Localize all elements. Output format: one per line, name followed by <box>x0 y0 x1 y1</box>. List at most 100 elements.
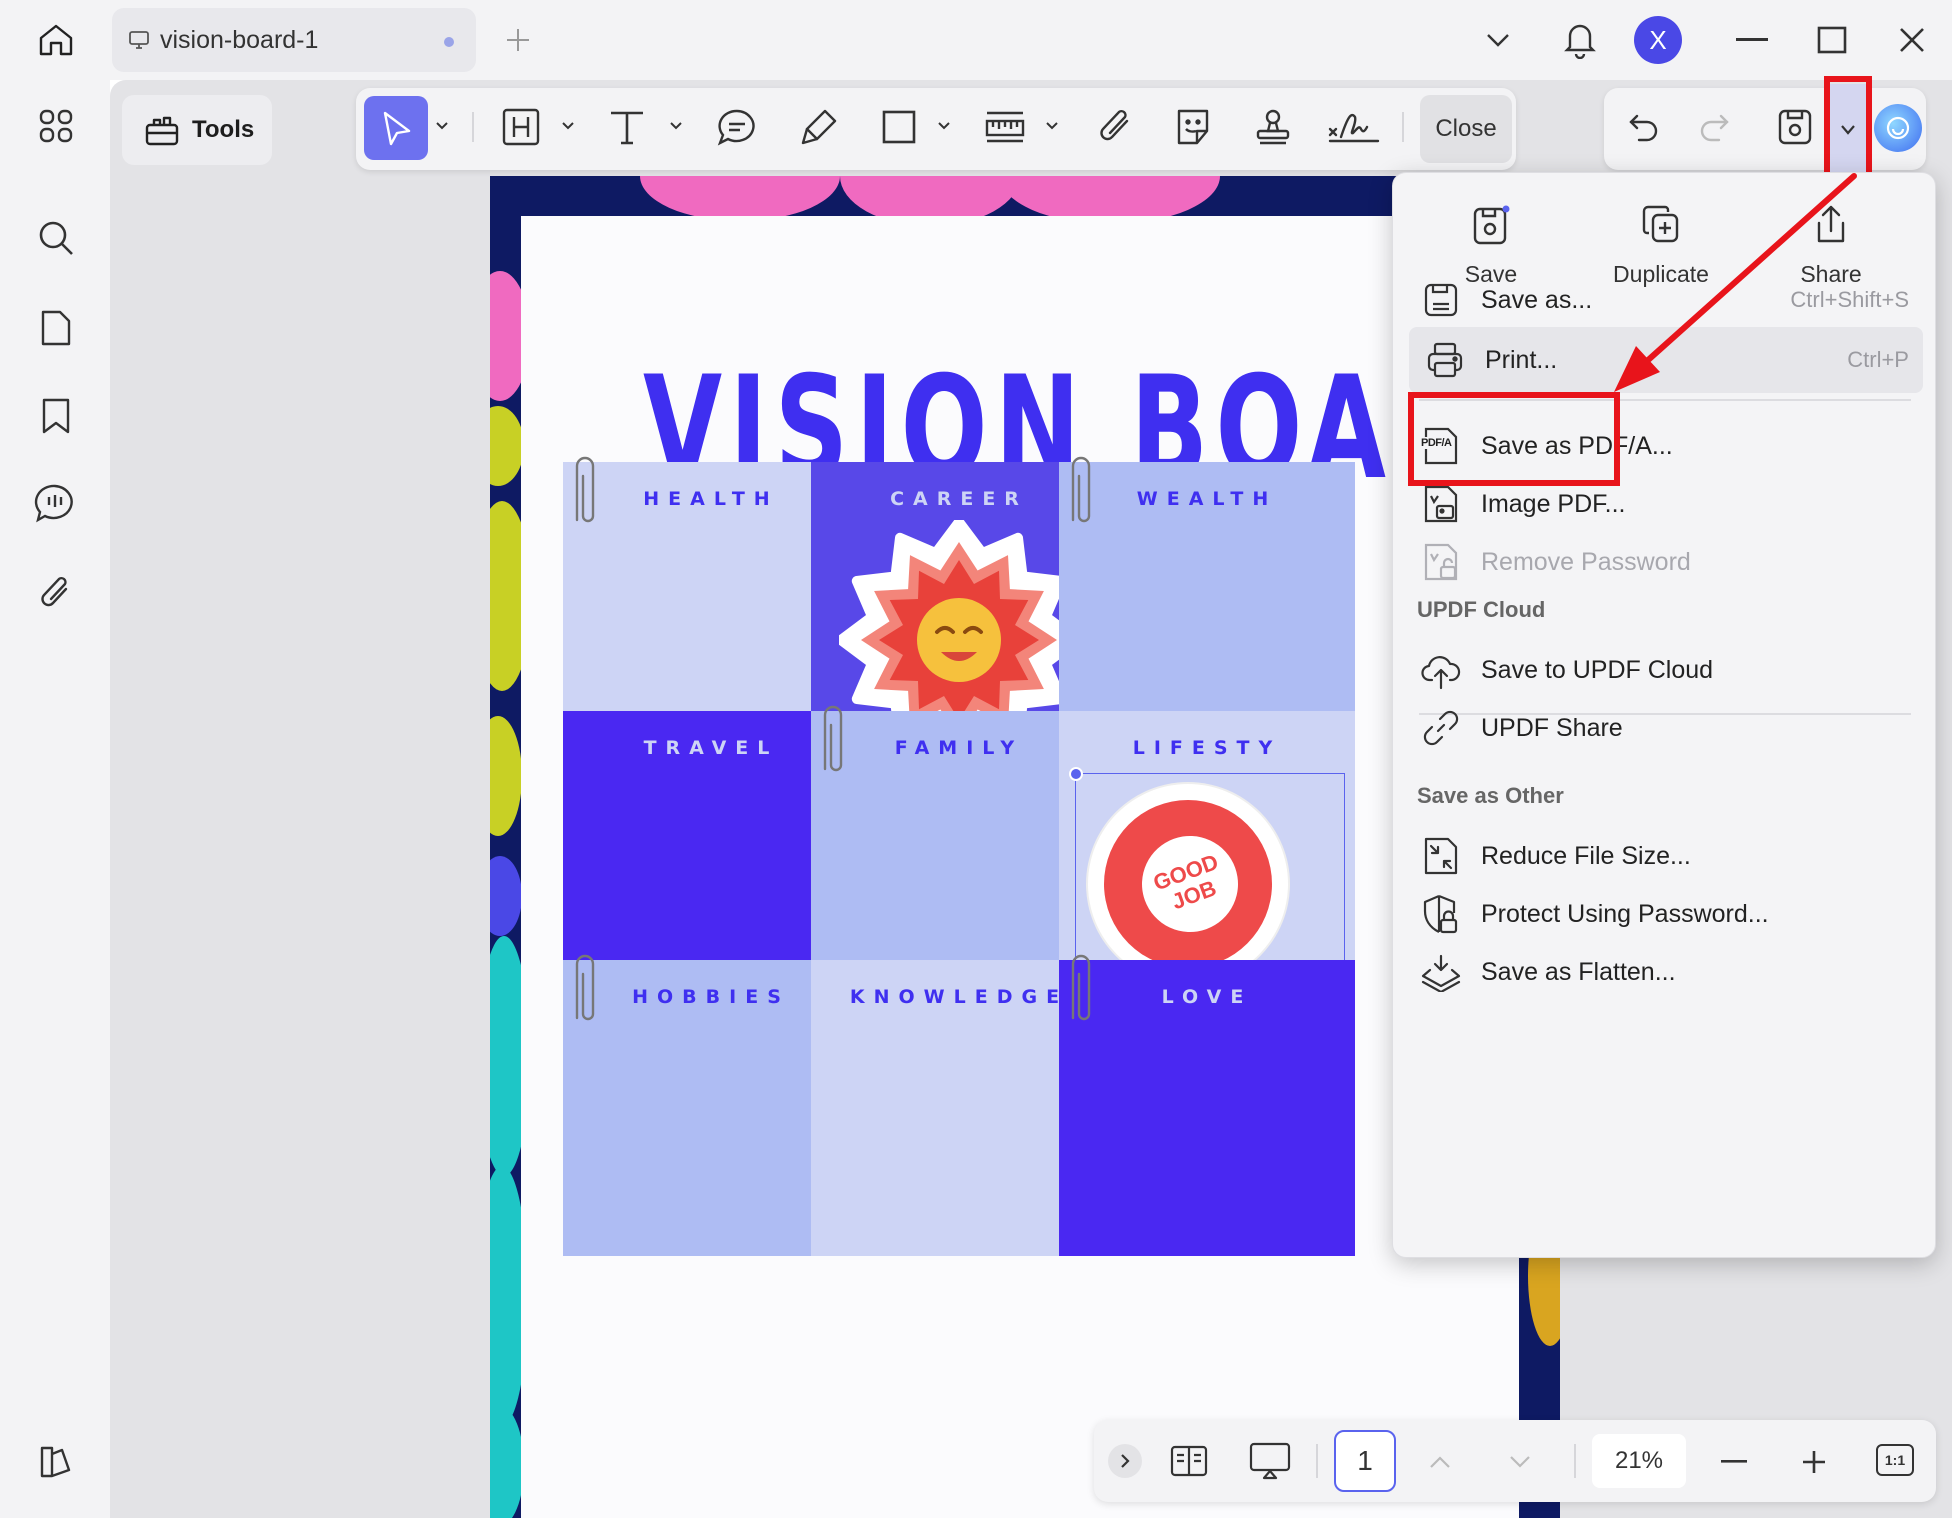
print-highlight-box <box>1408 392 1620 486</box>
paperclip-icon <box>823 705 843 772</box>
vision-board-paper: VISION BOARD HEALTH CAREER WEALTH TRAVEL FAM… <box>521 216 1560 1518</box>
printer-icon <box>1423 338 1467 382</box>
bell-icon[interactable] <box>1558 16 1602 62</box>
unsaved-dot <box>444 37 454 47</box>
left-sidebar <box>0 80 110 1518</box>
minimize-icon[interactable] <box>1730 22 1774 58</box>
zoom-in-icon[interactable] <box>1796 1444 1832 1480</box>
save-as-icon <box>1419 278 1463 322</box>
menu-save-as-flatten-label: Save as Flatten... <box>1481 957 1676 986</box>
annotation-arrow <box>1614 173 1857 392</box>
cloud-upload-icon <box>1419 648 1463 692</box>
close-window-icon[interactable] <box>1892 20 1932 60</box>
monitor-icon <box>128 29 150 51</box>
home-icon[interactable] <box>32 18 80 62</box>
heading-tool-icon[interactable] <box>498 104 544 150</box>
menu-save-to-cloud-label: Save to UPDF Cloud <box>1481 655 1714 684</box>
menu-save-as-label: Save as... <box>1481 285 1593 314</box>
save-dropdown-highlight <box>1824 76 1872 182</box>
vision-tile: LOVE <box>1059 954 1355 1256</box>
select-dropdown-icon[interactable] <box>432 116 452 136</box>
layers-icon <box>1419 950 1463 994</box>
remove-password-icon <box>1419 540 1463 584</box>
toolbar-divider <box>472 112 474 142</box>
comment-tool-icon[interactable] <box>714 104 760 150</box>
select-tool-button[interactable] <box>364 96 428 160</box>
menu-print-label: Print... <box>1485 345 1558 374</box>
redo-icon[interactable] <box>1692 104 1736 150</box>
menu-protect-password[interactable]: Protect Using Password... <box>1405 881 1923 947</box>
tools-button[interactable]: Tools <box>122 95 272 165</box>
save-icon <box>1471 203 1511 247</box>
theme-palette-icon[interactable] <box>34 1440 78 1484</box>
highlighter-tool-icon[interactable] <box>796 104 842 150</box>
attach-file-icon[interactable] <box>1092 104 1138 150</box>
page-layout-icon[interactable] <box>1166 1438 1212 1484</box>
page-number-input[interactable]: 1 <box>1334 1430 1396 1492</box>
bookmark-icon[interactable] <box>36 394 76 438</box>
menu-updf-share-label: UPDF Share <box>1481 713 1623 742</box>
menu-reduce-file-size[interactable]: Reduce File Size... <box>1405 823 1923 889</box>
stamp-tool-icon[interactable] <box>1250 104 1296 150</box>
menu-reduce-file-size-label: Reduce File Size... <box>1481 841 1691 870</box>
search-icon[interactable] <box>34 216 78 260</box>
apps-grid-icon[interactable] <box>34 104 78 148</box>
vision-tile-label: LIFESTY <box>1132 737 1282 759</box>
menu-save-as-flatten[interactable]: Save as Flatten... <box>1405 939 1923 1005</box>
sticker-tool-icon[interactable] <box>1170 104 1216 150</box>
link-icon <box>1419 706 1463 750</box>
close-tools-button[interactable]: Close <box>1420 95 1512 163</box>
menu-image-pdf-label: Image PDF... <box>1481 489 1626 518</box>
document-tab[interactable]: vision-board-1 <box>112 8 476 72</box>
reduce-size-icon <box>1419 834 1463 878</box>
comments-icon[interactable] <box>32 480 78 526</box>
toolbar-divider <box>1402 112 1404 142</box>
shield-lock-icon <box>1419 892 1463 936</box>
paperclip-icon <box>1071 954 1091 1021</box>
vision-tile-label: WEALTH <box>1136 488 1278 510</box>
text-dropdown-icon[interactable] <box>666 116 686 136</box>
tools-label: Tools <box>192 116 255 143</box>
vision-tile-label: LOVE <box>1161 986 1253 1008</box>
maximize-icon[interactable] <box>1812 20 1852 60</box>
chevron-down-icon[interactable] <box>1480 22 1516 58</box>
actual-size-button[interactable]: 1:1 <box>1876 1444 1914 1476</box>
measure-dropdown-icon[interactable] <box>1042 116 1062 136</box>
save-file-icon[interactable] <box>1772 104 1818 150</box>
text-tool-icon[interactable] <box>604 104 650 150</box>
rectangle-tool-icon[interactable] <box>876 104 922 150</box>
expand-panel-icon[interactable] <box>1108 1444 1142 1478</box>
cursor-arrow-icon <box>383 111 411 146</box>
measure-tool-icon[interactable] <box>982 104 1028 150</box>
undo-icon[interactable] <box>1622 104 1666 150</box>
bar-divider <box>1574 1444 1576 1478</box>
document-tab-title: vision-board-1 <box>160 25 319 54</box>
image-pdf-icon <box>1419 482 1463 526</box>
avatar[interactable]: X <box>1634 16 1682 64</box>
zoom-out-icon[interactable] <box>1716 1444 1752 1480</box>
previous-page-icon[interactable] <box>1422 1444 1458 1480</box>
shape-dropdown-icon[interactable] <box>934 116 954 136</box>
bar-divider <box>1316 1444 1318 1478</box>
menu-remove-password-label: Remove Password <box>1481 547 1691 576</box>
zoom-level[interactable]: 21% <box>1592 1434 1686 1488</box>
menu-save-to-cloud[interactable]: Save to UPDF Cloud <box>1405 637 1923 703</box>
other-section-heading: Save as Other <box>1417 783 1564 808</box>
heading-dropdown-icon[interactable] <box>558 116 578 136</box>
paperclip-icon <box>1071 456 1091 523</box>
cloud-section-heading: UPDF Cloud <box>1417 597 1546 622</box>
ai-assistant-icon[interactable] <box>1874 104 1922 152</box>
presentation-icon[interactable] <box>1246 1438 1294 1484</box>
next-page-icon[interactable] <box>1502 1444 1538 1480</box>
menu-updf-share[interactable]: UPDF Share <box>1405 695 1923 761</box>
new-tab-icon[interactable] <box>498 20 538 60</box>
title-bar: vision-board-1 X <box>0 0 1952 80</box>
page-thumbnails-icon[interactable] <box>36 306 76 350</box>
paperclip-icon <box>575 954 595 1021</box>
signature-tool-icon[interactable] <box>1326 104 1382 150</box>
toolbox-icon <box>144 113 180 147</box>
attachment-icon[interactable] <box>34 570 78 616</box>
menu-remove-password[interactable]: Remove Password <box>1405 529 1923 595</box>
page-navigation-bar: 1 21% 1:1 <box>1094 1420 1936 1502</box>
paperclip-icon <box>575 456 595 523</box>
